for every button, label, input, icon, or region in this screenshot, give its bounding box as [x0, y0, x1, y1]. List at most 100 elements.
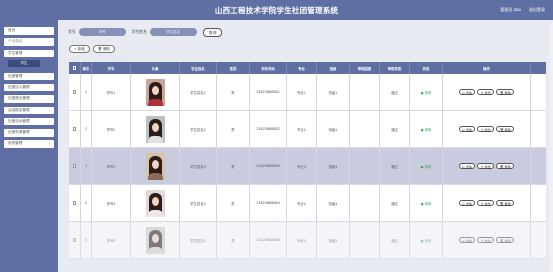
avatar — [145, 152, 165, 180]
table-row[interactable]: 2 学号2 学生姓名2 男 13823888882 专业2 班级2 通过 ● 审核 ⊙ 详情 ✎ 修… — [69, 111, 546, 148]
cell-major: 专业1 — [287, 74, 317, 110]
student-name-input[interactable]: 学生姓名 — [149, 28, 197, 36]
cell-audit-status: 通过 — [380, 148, 410, 184]
delete-button[interactable]: 🗑 删除 — [496, 125, 515, 133]
cell-index: 3 — [81, 148, 92, 184]
edit-button[interactable]: ✎ 修改 — [477, 88, 495, 96]
column-header: 学生姓名 — [180, 62, 217, 74]
detail-button[interactable]: ⊙ 详情 — [458, 88, 476, 96]
cell-sex: 男 — [217, 222, 250, 258]
student-id-input[interactable]: 学号 — [78, 28, 126, 36]
column-header: 索引 — [81, 62, 92, 74]
cell-student-name: 学生姓名3 — [180, 148, 217, 184]
vertical-scrollbar[interactable] — [549, 22, 553, 272]
detail-button[interactable]: ⊙ 详情 — [458, 199, 476, 207]
cell-class: 班级2 — [317, 111, 350, 147]
cell-operations: ⊙ 详情 ✎ 修改 🗑 删除 — [443, 74, 531, 110]
sidebar-subitem-student[interactable]: 学生 — [8, 60, 40, 68]
chevron-down-icon: ⌄ — [48, 84, 51, 89]
cell-student-name: 学生姓名2 — [180, 111, 217, 147]
status-badge: ● 审核 — [420, 127, 432, 132]
sidebar-item-activity-signup[interactable]: 活动报名管理 ⌄ — [4, 106, 54, 115]
chevron-down-icon: ⌄ — [48, 39, 51, 44]
cell-index: 4 — [81, 185, 92, 221]
row-checkbox[interactable] — [69, 74, 81, 110]
sidebar-item-label: 社团退出管理 — [8, 96, 30, 101]
column-header: 学号 — [92, 62, 131, 74]
table-row[interactable]: 3 学号3 学生姓名3 男 13823888883 专业3 班级3 通过 ● 审核 ⊙ 详情 ✎ 修… — [69, 148, 546, 185]
cell-phone: 13823888885 — [250, 222, 287, 258]
sidebar-item-club-apply[interactable]: 社团申请管理 ⌄ — [4, 129, 54, 137]
sidebar-item-club-quit[interactable]: 社团退出管理 ⌄ — [4, 95, 54, 103]
cell-student-name: 学生姓名1 — [180, 74, 217, 110]
sidebar-item-label: 系统管理 — [8, 141, 23, 146]
cell-audit-reply — [350, 185, 380, 221]
table-row[interactable]: 5 学号5 学生姓名5 男 13823888885 专业5 班级5 通过 ● 审核 ⊙ 详情 ✎ 修… — [69, 222, 546, 259]
student-name-label: 学生姓名 — [131, 29, 147, 34]
cell-audit-reply — [350, 74, 380, 110]
edit-button[interactable]: ✎ 修改 — [477, 162, 495, 170]
status-badge: ● 审核 — [420, 164, 432, 169]
delete-button[interactable]: 🗑 删除 — [496, 162, 515, 170]
table-row[interactable]: 4 学号4 学生姓名4 男 13823888884 专业4 班级4 通过 ● 审核 ⊙ 详情 ✎ 修… — [69, 185, 546, 222]
cell-student-id: 学号4 — [92, 185, 131, 221]
delete-button[interactable]: 🗑 删除 — [496, 199, 515, 207]
cell-audit-reply — [350, 148, 380, 184]
cell-index: 1 — [81, 74, 92, 110]
row-checkbox[interactable] — [69, 111, 81, 147]
select-all-checkbox[interactable] — [69, 62, 81, 74]
action-bar: + 新增 🗑 删除 — [69, 45, 115, 53]
table-row[interactable]: 1 学号1 学生姓名1 男 13823888881 专业1 班级1 通过 ● 审核 ⊙ 详情 ✎ 修… — [69, 74, 546, 111]
cell-student-id: 学号3 — [92, 148, 131, 184]
chevron-down-icon: ⌄ — [48, 130, 51, 135]
cell-class: 班级4 — [317, 185, 350, 221]
sidebar-item-club-activity[interactable]: 社团活动管理 ⌄ — [4, 117, 54, 126]
sidebar-item-home[interactable]: 首页 — [4, 27, 54, 35]
cell-operations: ⊙ 详情 ✎ 修改 🗑 删除 — [443, 111, 531, 147]
row-checkbox[interactable] — [69, 185, 81, 221]
logout-link[interactable]: 退出登录 — [529, 7, 545, 13]
cell-audit-status: 通过 — [380, 185, 410, 221]
cell-major: 专业3 — [287, 148, 317, 184]
sidebar-item-profile[interactable]: 个人中心 ⌄ — [4, 38, 54, 46]
edit-button[interactable]: ✎ 修改 — [477, 199, 495, 207]
avatar — [145, 115, 165, 143]
column-header: 性别 — [217, 62, 250, 74]
edit-button[interactable]: ✎ 修改 — [477, 236, 495, 244]
column-header: 审核状态 — [380, 62, 410, 74]
cell-status: ● 审核 — [410, 222, 443, 258]
delete-button[interactable]: 🗑 删除 — [496, 88, 515, 96]
cell-operations: ⊙ 详情 ✎ 修改 🗑 删除 — [443, 185, 531, 221]
batch-delete-button[interactable]: 🗑 删除 — [92, 45, 115, 53]
search-button[interactable]: 查询 — [202, 27, 223, 37]
edit-button[interactable]: ✎ 修改 — [477, 125, 495, 133]
cell-audit-status: 通过 — [380, 111, 410, 147]
sidebar-item-label: 社团加入管理 — [8, 84, 30, 89]
chevron-down-icon: ⌄ — [48, 73, 51, 78]
row-checkbox[interactable] — [69, 148, 81, 184]
top-bar: 山西工程技术学院学生社团管理系统 管理员 abo 退出登录 — [0, 0, 553, 20]
sidebar-item-label: 社团申请管理 — [8, 130, 30, 135]
cell-avatar — [131, 74, 180, 110]
sidebar-item-club-mgmt[interactable]: 社团管理 ⌄ — [4, 72, 54, 81]
detail-button[interactable]: ⊙ 详情 — [458, 236, 476, 244]
cell-student-name: 学生姓名5 — [180, 222, 217, 258]
detail-button[interactable]: ⊙ 详情 — [458, 125, 476, 133]
sidebar: 首页 个人中心 ⌄ 学生管理 ⌃ 学生 社团管理 ⌄ 社团加入管理 ⌄ 社团退出管理 ⌄ … — [0, 20, 58, 272]
status-badge: ● 审核 — [420, 238, 432, 243]
sidebar-item-student-mgmt[interactable]: 学生管理 ⌃ — [4, 49, 54, 58]
cell-audit-status: 通过 — [380, 222, 410, 258]
detail-button[interactable]: ⊙ 详情 — [458, 162, 476, 170]
add-button[interactable]: + 新增 — [69, 45, 90, 53]
sidebar-item-label: 社团活动管理 — [8, 118, 30, 123]
delete-button[interactable]: 🗑 删除 — [496, 236, 515, 244]
cell-index: 5 — [81, 222, 92, 258]
cell-operations: ⊙ 详情 ✎ 修改 🗑 删除 — [443, 222, 531, 258]
cell-student-name: 学生姓名4 — [180, 185, 217, 221]
cell-status: ● 审核 — [410, 185, 443, 221]
sidebar-item-club-join[interactable]: 社团加入管理 ⌄ — [4, 83, 54, 92]
cell-status: ● 审核 — [410, 111, 443, 147]
row-checkbox[interactable] — [69, 222, 81, 258]
sidebar-item-system[interactable]: 系统管理 ⌄ — [4, 140, 54, 148]
sidebar-item-label: 学生管理 — [8, 50, 23, 55]
